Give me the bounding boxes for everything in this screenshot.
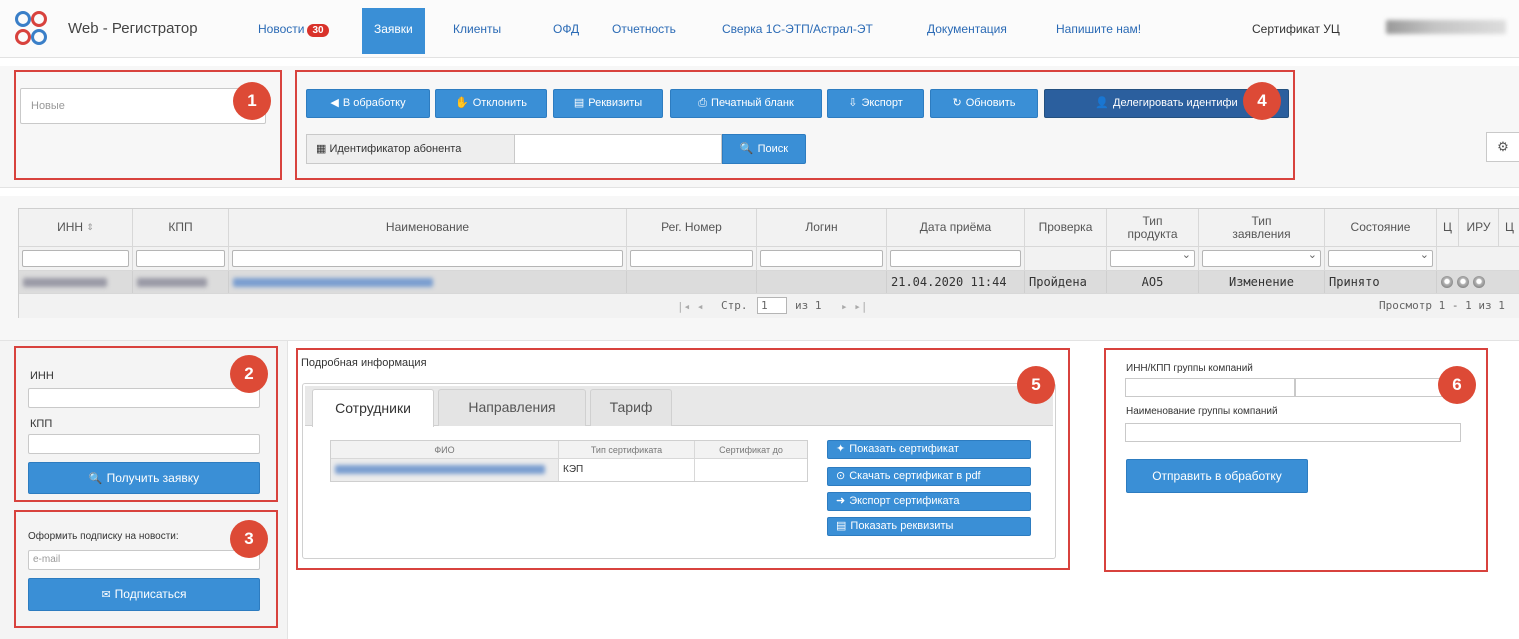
filter-reg-number-input[interactable] <box>630 250 753 267</box>
user-menu[interactable] <box>1386 20 1506 34</box>
col-header-date[interactable]: Дата приёма <box>887 209 1025 247</box>
nav-contact[interactable]: Напишите нам! <box>1056 22 1141 36</box>
app-logo-icon[interactable] <box>14 10 48 46</box>
top-navbar: Web - Регистратор Новости 30 Заявки Клиен… <box>0 0 1519 58</box>
col-header-application-type[interactable]: Тип заявления <box>1199 209 1325 247</box>
callout-frame-4 <box>295 70 1295 180</box>
settings-gear-button[interactable]: ⚙ <box>1486 132 1519 162</box>
filter-product-type <box>1107 247 1199 271</box>
filter-state-select[interactable] <box>1328 248 1433 267</box>
callout-badge-3: 3 <box>230 520 268 558</box>
filter-inn <box>19 247 133 271</box>
cell-name[interactable] <box>229 271 627 293</box>
col-inn-label: ИНН <box>57 220 84 234</box>
filter-kpp-input[interactable] <box>136 250 225 267</box>
pager-page-input[interactable]: 1 <box>757 297 787 314</box>
col-header-kpp[interactable]: КПП <box>133 209 229 247</box>
brand-title[interactable]: Web - Регистратор <box>68 20 198 37</box>
nav-news[interactable]: Новости 30 <box>258 22 329 37</box>
filter-login <box>757 247 887 271</box>
pager-page-label: Стр. <box>721 299 748 312</box>
cell-login[interactable] <box>757 271 887 293</box>
grid-pager: |◂ ◂ Стр. 1 из 1 ▸ ▸| Просмотр 1 - 1 из … <box>19 293 1519 318</box>
col-header-state[interactable]: Состояние <box>1325 209 1437 247</box>
col-header-product-type[interactable]: Тип продукта <box>1107 209 1199 247</box>
nav-documentation[interactable]: Документация <box>927 22 1007 36</box>
pager-next-last-icon[interactable]: ▸ ▸| <box>841 300 868 313</box>
requests-grid: ИНН ⇕ КПП Наименование Рег. Номер Логин … <box>18 208 1519 318</box>
cell-flags[interactable] <box>1437 271 1519 293</box>
filter-reg-number <box>627 247 757 271</box>
filter-check <box>1025 247 1107 271</box>
nav-reports[interactable]: Отчетность <box>612 22 676 36</box>
cell-check[interactable]: Пройдена <box>1025 271 1107 293</box>
filter-application-type <box>1199 247 1325 271</box>
nav-clients[interactable]: Клиенты <box>453 22 501 36</box>
filter-product-type-select[interactable] <box>1110 248 1195 267</box>
callout-badge-5: 5 <box>1017 366 1055 404</box>
pager-first-prev-icon[interactable]: |◂ ◂ <box>677 300 704 313</box>
cell-application-type[interactable]: Изменение <box>1199 271 1325 293</box>
filter-date <box>887 247 1025 271</box>
blurred-name <box>233 277 433 287</box>
callout-badge-6: 6 <box>1438 366 1476 404</box>
filter-inn-input[interactable] <box>22 250 129 267</box>
filter-date-input[interactable] <box>890 250 1021 267</box>
cell-date[interactable]: 21.04.2020 11:44 <box>887 271 1025 293</box>
nav-certificate[interactable]: Сертификат УЦ <box>1252 22 1340 36</box>
filter-flags <box>1437 247 1519 271</box>
col-header-check[interactable]: Проверка <box>1025 209 1107 247</box>
filter-kpp <box>133 247 229 271</box>
cell-kpp[interactable] <box>133 271 229 293</box>
sort-icon: ⇕ <box>86 222 94 232</box>
flag-c-icon <box>1441 276 1453 288</box>
nav-requests[interactable]: Заявки <box>362 8 425 54</box>
filter-application-type-select[interactable] <box>1202 248 1321 267</box>
cell-state[interactable]: Принято <box>1325 271 1437 293</box>
flag-c2-icon <box>1473 276 1485 288</box>
col-header-reg-number[interactable]: Рег. Номер <box>627 209 757 247</box>
col-header-c1[interactable]: Ц <box>1437 209 1459 247</box>
col-header-iru[interactable]: ИРУ <box>1459 209 1499 247</box>
filter-name <box>229 247 627 271</box>
col-header-c2[interactable]: Ц <box>1499 209 1519 247</box>
callout-frame-6 <box>1104 348 1488 572</box>
news-count-badge: 30 <box>307 24 329 37</box>
blurred-kpp <box>137 277 207 287</box>
col-header-inn[interactable]: ИНН ⇕ <box>19 209 133 247</box>
callout-badge-4: 4 <box>1243 82 1281 120</box>
nav-ofd[interactable]: ОФД <box>553 22 579 36</box>
col-header-login[interactable]: Логин <box>757 209 887 247</box>
pager-total: из 1 <box>795 299 822 312</box>
nav-reconciliation[interactable]: Сверка 1С-ЭТП/Астрал-ЭТ <box>722 22 873 36</box>
callout-frame-5 <box>296 348 1070 570</box>
cell-product-type[interactable]: АО5 <box>1107 271 1199 293</box>
nav-news-label: Новости <box>258 22 305 36</box>
filter-name-input[interactable] <box>232 250 623 267</box>
pager-view-summary: Просмотр 1 - 1 из 1 <box>1379 299 1505 312</box>
col-header-name[interactable]: Наименование <box>229 209 627 247</box>
cell-inn[interactable] <box>19 271 133 293</box>
callout-badge-2: 2 <box>230 355 268 393</box>
gear-icon: ⚙ <box>1497 139 1509 154</box>
callout-badge-1: 1 <box>233 82 271 120</box>
filter-login-input[interactable] <box>760 250 883 267</box>
flag-iru-icon <box>1457 276 1469 288</box>
filter-state <box>1325 247 1437 271</box>
blurred-inn <box>23 277 107 287</box>
cell-reg-number[interactable] <box>627 271 757 293</box>
